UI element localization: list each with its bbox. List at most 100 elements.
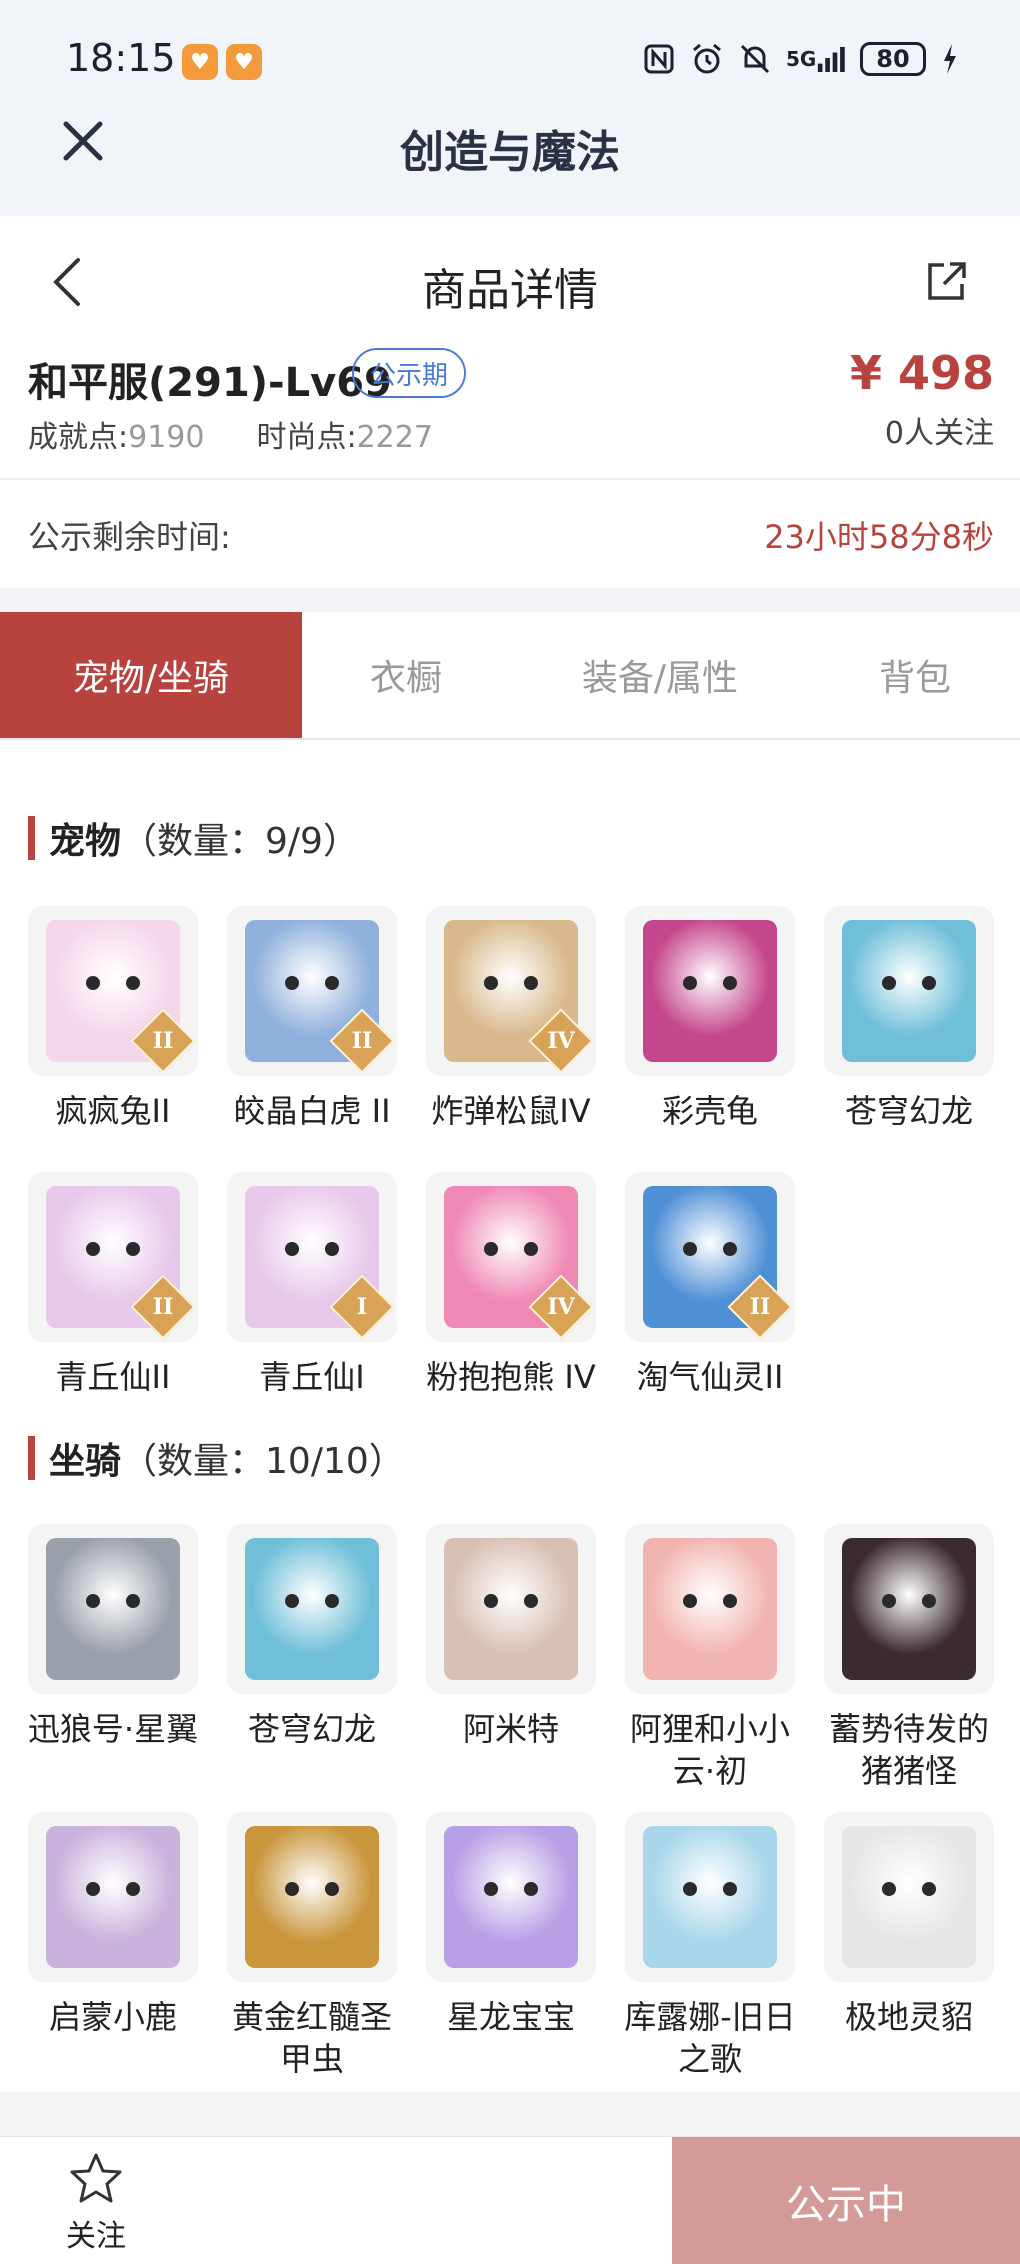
- pet-card[interactable]: 彩壳龟: [625, 906, 795, 1132]
- status-badge: 公示期: [352, 348, 467, 398]
- app-title: 创造与魔法: [400, 127, 620, 178]
- mount-thumbnail: [28, 1524, 198, 1694]
- pet-card[interactable]: 苍穹幻龙: [824, 906, 994, 1132]
- mount-name: 极地灵貂: [844, 1998, 973, 2036]
- signal-icon: 5G: [786, 40, 846, 78]
- pet-card[interactable]: II 疯疯兔II: [28, 906, 198, 1132]
- mount-card[interactable]: 黄金红髓圣甲虫: [227, 1812, 397, 2080]
- mount-card[interactable]: 迅狼号·星翼: [28, 1524, 198, 1792]
- pets-grid: II 疯疯兔II II 皎晶白虎 II IV 炸弹松鼠IV 彩壳龟 苍穹幻龙 II 青丘仙II I 青…: [28, 906, 994, 1398]
- achievement-value: 9190: [128, 420, 205, 455]
- mount-thumbnail: [426, 1812, 596, 1982]
- page-header: 商品详情: [0, 216, 1020, 346]
- tab-wardrobe[interactable]: 衣橱: [302, 612, 510, 738]
- pet-card[interactable]: I 青丘仙I: [227, 1172, 397, 1398]
- section-accent-bar: [28, 816, 35, 860]
- bottom-spacer: [0, 2092, 1020, 2136]
- mount-thumbnail: [426, 1524, 596, 1694]
- pet-thumbnail: II: [28, 906, 198, 1076]
- mount-name: 蓄势待发的猪猪怪: [828, 1710, 989, 1790]
- product-info: 和平服(291)-Lv69 公示期 成就点:9190 时尚点:2227 ¥ 498…: [0, 346, 1020, 478]
- publicity-timer: 公示剩余时间: 23小时58分8秒: [0, 480, 1020, 588]
- mount-card[interactable]: 阿米特: [426, 1524, 596, 1792]
- pet-name: 疯疯兔II: [55, 1092, 171, 1130]
- price: ¥ 498: [849, 346, 994, 400]
- nfc-icon: [642, 40, 676, 78]
- mute-bell-icon: [738, 40, 772, 78]
- publicity-status-button[interactable]: 公示中: [672, 2137, 1020, 2264]
- pet-name: 炸弹松鼠IV: [431, 1092, 591, 1130]
- mount-name: 阿狸和小小云·初: [629, 1710, 790, 1790]
- mounts-section-title: 坐骑 （数量：10/10）: [28, 1432, 405, 1484]
- notification-app-icon: ♥: [226, 44, 262, 80]
- pet-card[interactable]: II 淘气仙灵II: [625, 1172, 795, 1398]
- mount-portrait-image: [643, 1538, 777, 1680]
- mount-thumbnail: [625, 1524, 795, 1694]
- alarm-icon: [690, 40, 724, 78]
- status-right-icons: 5G 80: [642, 40, 960, 78]
- pet-name: 青丘仙II: [55, 1358, 171, 1396]
- pet-thumbnail: IV: [426, 1172, 596, 1342]
- achievement-label: 成就点:: [28, 420, 129, 455]
- pet-card[interactable]: IV 炸弹松鼠IV: [426, 906, 596, 1132]
- timer-value: 23小时58分8秒: [764, 518, 994, 556]
- tab-backpack[interactable]: 背包: [810, 612, 1020, 738]
- battery-icon: 80: [860, 42, 926, 76]
- mount-card[interactable]: 苍穹幻龙: [227, 1524, 397, 1792]
- pet-name: 苍穹幻龙: [844, 1092, 973, 1130]
- pet-name: 粉抱抱熊 IV: [426, 1358, 596, 1396]
- follow-label: 关注: [66, 2219, 126, 2254]
- detail-tabs: 宠物/坐骑 衣橱 装备/属性 背包: [0, 612, 1020, 740]
- fashion-label: 时尚点:: [256, 420, 357, 455]
- mount-name: 启蒙小鹿: [48, 1998, 177, 2036]
- fashion-value: 2227: [356, 420, 433, 455]
- pet-card[interactable]: II 青丘仙II: [28, 1172, 198, 1398]
- mount-card[interactable]: 库露娜-旧日之歌: [624, 1812, 796, 2080]
- pet-portrait-image: [643, 920, 777, 1062]
- pet-thumbnail: [824, 906, 994, 1076]
- mount-portrait-image: [46, 1538, 180, 1680]
- mount-portrait-image: [842, 1826, 976, 1968]
- app-top-bar: 18:15 ♥ ♥ 5G 80 创造与魔法: [0, 0, 1020, 216]
- mount-portrait-image: [643, 1826, 777, 1968]
- pets-section-title: 宠物 （数量：9/9）: [28, 812, 359, 864]
- pet-thumbnail: IV: [426, 906, 596, 1076]
- star-icon: [70, 2153, 122, 2203]
- pet-thumbnail: I: [227, 1172, 397, 1342]
- pet-card[interactable]: IV 粉抱抱熊 IV: [426, 1172, 596, 1398]
- mount-portrait-image: [245, 1538, 379, 1680]
- follower-count: 0人关注: [884, 416, 994, 451]
- mount-portrait-image: [444, 1826, 578, 1968]
- mount-card[interactable]: 阿狸和小小云·初: [625, 1524, 795, 1792]
- mount-name: 星龙宝宝: [446, 1998, 575, 2036]
- status-notification-icons: ♥ ♥: [182, 44, 262, 80]
- network-type: 5G: [786, 47, 817, 71]
- share-icon[interactable]: [924, 260, 968, 304]
- status-time: 18:15: [66, 36, 176, 80]
- mount-card[interactable]: 星龙宝宝: [426, 1812, 596, 2080]
- tab-equipment[interactable]: 装备/属性: [510, 612, 810, 738]
- mount-name: 迅狼号·星翼: [27, 1710, 199, 1748]
- mount-card[interactable]: 启蒙小鹿: [28, 1812, 198, 2080]
- notification-app-icon: ♥: [182, 44, 218, 80]
- pet-portrait-image: [842, 920, 976, 1062]
- mount-portrait-image: [245, 1826, 379, 1968]
- mount-portrait-image: [444, 1538, 578, 1680]
- pet-card[interactable]: II 皎晶白虎 II: [227, 906, 397, 1132]
- page-title: 商品详情: [422, 265, 598, 316]
- follow-button[interactable]: 关注: [58, 2151, 134, 2255]
- pet-name: 彩壳龟: [661, 1092, 758, 1130]
- pet-name: 青丘仙I: [259, 1358, 365, 1396]
- mount-card[interactable]: 极地灵貂: [824, 1812, 994, 2080]
- tab-pets-mounts[interactable]: 宠物/坐骑: [0, 612, 302, 738]
- mount-thumbnail: [227, 1524, 397, 1694]
- pets-count: （数量：9/9）: [121, 821, 359, 862]
- section-accent-bar: [28, 1436, 35, 1480]
- pet-name: 淘气仙灵II: [636, 1358, 784, 1396]
- product-name: 和平服(291)-Lv69: [28, 360, 392, 406]
- mount-card[interactable]: 蓄势待发的猪猪怪: [824, 1524, 994, 1792]
- charging-icon: [940, 40, 960, 78]
- pets-title: 宠物: [49, 821, 122, 862]
- mounts-title: 坐骑: [49, 1441, 122, 1482]
- mount-name: 阿米特: [462, 1710, 559, 1748]
